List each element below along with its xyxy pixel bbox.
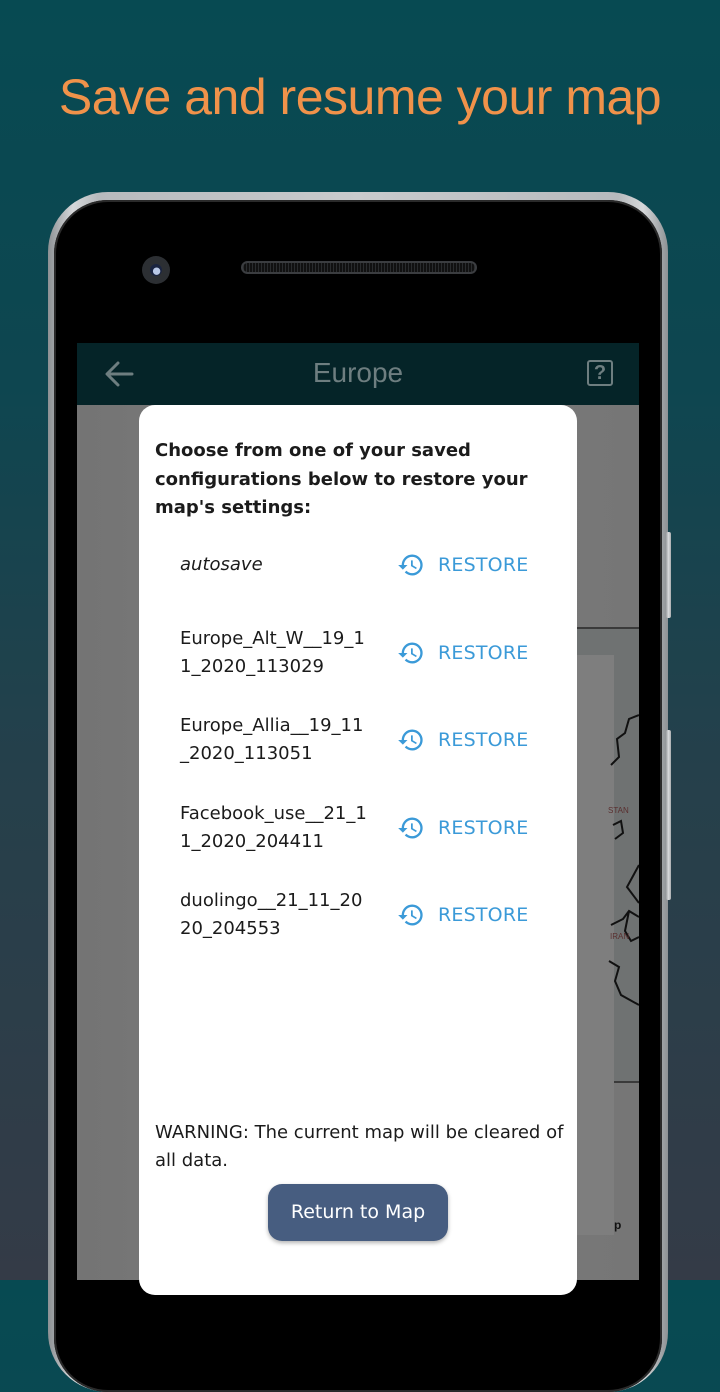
- save-item: duolingo__21_11_2020_204553 RESTORE: [139, 887, 577, 947]
- history-icon: [398, 554, 423, 576]
- restore-label: RESTORE: [438, 904, 529, 926]
- phone-volume-button: [666, 730, 671, 900]
- history-icon: [398, 904, 423, 926]
- restore-button[interactable]: RESTORE: [397, 811, 537, 845]
- save-name: duolingo__21_11_2020_204553: [180, 890, 363, 939]
- save-item: autosave RESTORE: [139, 551, 577, 611]
- save-item: Europe_Alt_W__19_11_2020_113029 RESTORE: [139, 625, 577, 685]
- restore-label: RESTORE: [438, 817, 529, 839]
- save-name: Facebook_use__21_11_2020_204411: [180, 803, 367, 852]
- history-icon: [398, 817, 423, 839]
- front-camera: [142, 256, 170, 284]
- restore-label: RESTORE: [438, 554, 529, 576]
- restore-dialog: Choose from one of your saved configurat…: [139, 405, 577, 1295]
- warning-text: WARNING: The current map will be cleared…: [155, 1122, 564, 1171]
- map-borders: [608, 714, 639, 1006]
- restore-button[interactable]: RESTORE: [397, 723, 537, 757]
- map-label-iran: IRAN: [610, 932, 630, 941]
- page-title: Europe: [312, 357, 404, 388]
- restore-label: RESTORE: [438, 642, 529, 664]
- save-item: Europe_Allia__19_11_2020_113051 RESTORE: [139, 712, 577, 772]
- history-icon: [398, 729, 423, 751]
- save-name: Europe_Alt_W__19_11_2020_113029: [180, 628, 365, 677]
- save-item: Facebook_use__21_11_2020_204411 RESTORE: [139, 800, 577, 860]
- restore-button[interactable]: RESTORE: [397, 636, 537, 670]
- map-label-stan: STAN: [608, 806, 629, 815]
- restore-label: RESTORE: [438, 729, 529, 751]
- restore-button[interactable]: RESTORE: [397, 898, 537, 932]
- save-name: Europe_Allia__19_11_2020_113051: [180, 715, 364, 764]
- promo-headline: Save and resume your map: [58, 69, 662, 125]
- help-box-icon[interactable]: ?: [587, 360, 613, 386]
- phone-power-button: [666, 532, 671, 618]
- restore-button[interactable]: RESTORE: [397, 548, 537, 582]
- earpiece-speaker: [241, 261, 477, 274]
- save-name: autosave: [180, 554, 263, 575]
- map-label-p: p: [614, 1218, 622, 1232]
- app-bar: Europe ?: [77, 343, 639, 405]
- dialog-prompt: Choose from one of your saved configurat…: [155, 440, 528, 518]
- history-icon: [398, 642, 423, 664]
- return-to-map-button[interactable]: Return to Map: [268, 1184, 448, 1241]
